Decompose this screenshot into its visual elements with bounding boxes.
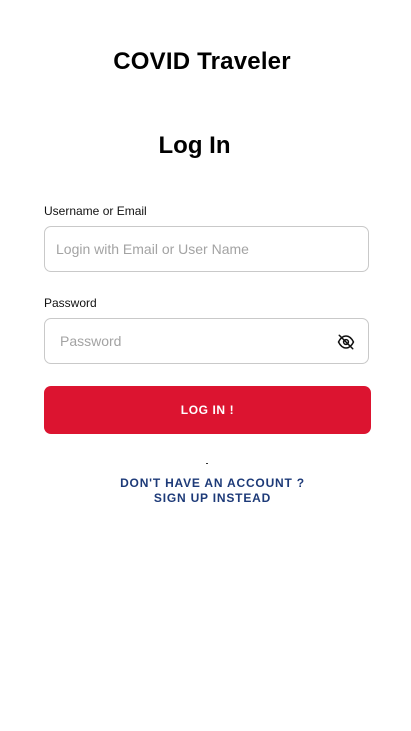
signup-prompt-text: DON'T HAVE AN ACCOUNT ? (120, 476, 305, 490)
password-label: Password (44, 296, 97, 310)
password-input[interactable] (45, 319, 368, 363)
page-title: Log In (158, 132, 231, 159)
password-field-container (44, 318, 369, 364)
username-label: Username or Email (44, 204, 147, 218)
signup-link[interactable]: DON'T HAVE AN ACCOUNT ? SIGN UP INSTEAD (100, 476, 325, 506)
login-button[interactable]: LOG IN ! (44, 386, 371, 434)
signup-action-text: SIGN UP INSTEAD (153, 491, 272, 505)
username-input[interactable] (45, 227, 368, 271)
app-title: COVID Traveler (113, 48, 291, 75)
eye-off-icon[interactable] (337, 333, 355, 351)
username-field-container (44, 226, 369, 272)
divider-dot (206, 463, 208, 464)
